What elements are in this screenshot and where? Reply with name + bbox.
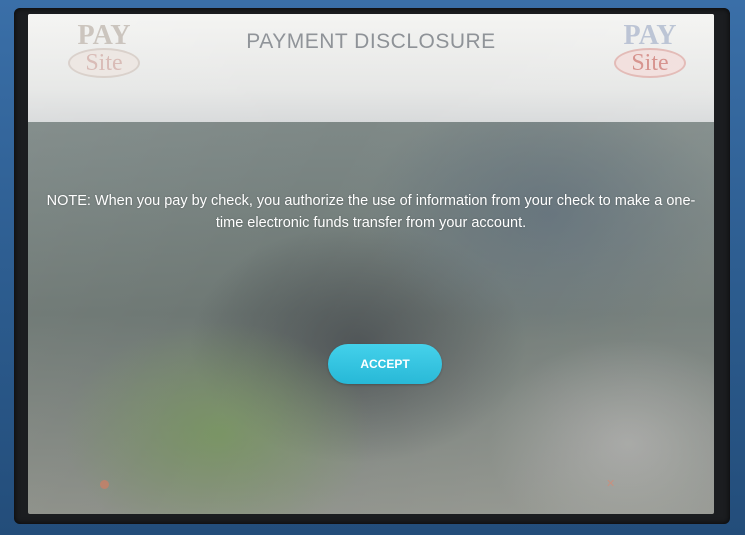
close-icon: ✕ <box>606 478 616 490</box>
footer-left-button[interactable] <box>100 480 114 489</box>
accept-button[interactable]: ACCEPT <box>328 344 442 384</box>
logo-site-text: Site <box>631 50 669 76</box>
logo-site-text: Site <box>85 50 123 76</box>
kiosk-frame: PAY Site PAYMENT DISCLOSURE PAY Site NOT… <box>0 0 745 535</box>
paysite-logo-left: PAY Site <box>60 20 146 84</box>
page-title: PAYMENT DISCLOSURE <box>246 30 496 53</box>
header-bar: PAY Site PAYMENT DISCLOSURE PAY Site <box>28 14 714 122</box>
paysite-logo-right: PAY Site <box>606 20 692 84</box>
info-icon <box>100 480 109 489</box>
footer-right-button[interactable]: ✕ <box>606 478 620 490</box>
disclosure-note: NOTE: When you pay by check, you authori… <box>46 193 696 231</box>
kiosk-screen: PAY Site PAYMENT DISCLOSURE PAY Site NOT… <box>28 14 714 514</box>
